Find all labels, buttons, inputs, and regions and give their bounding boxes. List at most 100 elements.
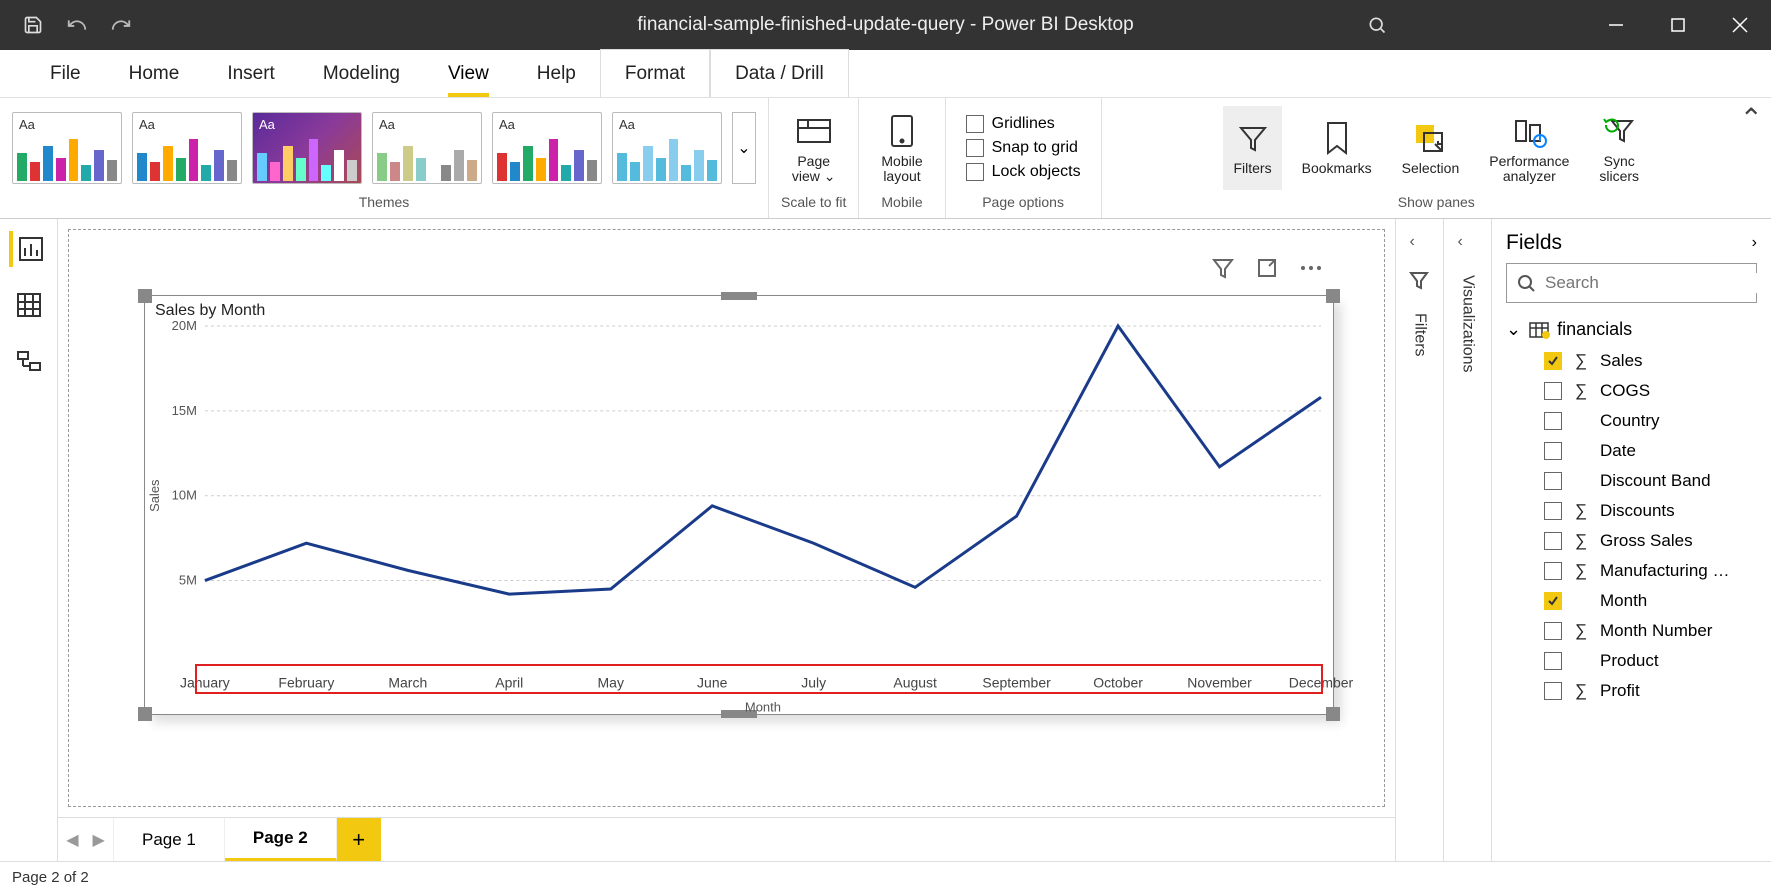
page-view-icon	[795, 112, 833, 150]
field-gross-sales[interactable]: ∑Gross Sales	[1506, 526, 1765, 556]
theme-option-2[interactable]: Aa	[252, 112, 362, 184]
theme-option-3[interactable]: Aa	[372, 112, 482, 184]
search-icon	[1517, 274, 1535, 292]
close-icon[interactable]	[1709, 0, 1771, 50]
bookmarks-pane-button[interactable]: Bookmarks	[1292, 106, 1382, 190]
themes-dropdown[interactable]: ⌄	[732, 112, 756, 184]
field-discounts[interactable]: ∑Discounts	[1506, 496, 1765, 526]
collapse-fields-icon[interactable]: ›	[1752, 234, 1757, 252]
fields-title: Fields	[1506, 231, 1562, 255]
performance-button[interactable]: Performance analyzer	[1479, 106, 1579, 190]
visual-filter-icon[interactable]	[1211, 256, 1235, 280]
maximize-icon[interactable]	[1647, 0, 1709, 50]
chart-visual[interactable]: Sales by Month 5M10M15M20MJanuaryFebruar…	[144, 295, 1334, 715]
snap-label: Snap to grid	[992, 139, 1078, 157]
page-view-button[interactable]: Page view ⌄	[782, 106, 846, 190]
tab-page-2[interactable]: Page 2	[225, 818, 337, 861]
chart-plot: 5M10M15M20MJanuaryFebruaryMarchAprilMayJ…	[145, 322, 1333, 715]
gridlines-checkbox[interactable]: Gridlines	[966, 115, 1081, 133]
menu-file[interactable]: File	[26, 50, 105, 97]
collapse-ribbon-icon[interactable]: ⌃	[1740, 102, 1763, 135]
themes-group-label: Themes	[359, 190, 410, 214]
svg-text:December: December	[1289, 674, 1354, 690]
field-checkbox[interactable]	[1544, 352, 1562, 370]
report-view-button[interactable]	[9, 231, 45, 267]
field-checkbox[interactable]	[1544, 592, 1562, 610]
field-checkbox[interactable]	[1544, 652, 1562, 670]
showpanes-group-label: Show panes	[1398, 190, 1475, 214]
save-icon[interactable]	[20, 12, 46, 38]
visualizations-pane-collapsed[interactable]: ‹ Visualizations	[1443, 219, 1491, 861]
field-checkbox[interactable]	[1544, 412, 1562, 430]
focus-mode-icon[interactable]	[1255, 256, 1279, 280]
field-sales[interactable]: ∑Sales	[1506, 346, 1765, 376]
field-profit[interactable]: ∑Profit	[1506, 676, 1765, 706]
field-checkbox[interactable]	[1544, 442, 1562, 460]
theme-option-5[interactable]: Aa	[612, 112, 722, 184]
undo-icon[interactable]	[64, 12, 90, 38]
field-label: Sales	[1600, 351, 1643, 371]
page-tabs: ◀ ▶ Page 1 Page 2 +	[58, 817, 1395, 861]
menu-insert[interactable]: Insert	[203, 50, 299, 97]
field-manufacturing-[interactable]: ∑Manufacturing …	[1506, 556, 1765, 586]
expand-viz-icon[interactable]: ‹	[1458, 233, 1478, 253]
fields-search[interactable]	[1506, 263, 1757, 303]
sigma-icon: ∑	[1572, 561, 1590, 581]
field-checkbox[interactable]	[1544, 682, 1562, 700]
field-checkbox[interactable]	[1544, 562, 1562, 580]
menu-bar: FileHomeInsertModelingViewHelpFormatData…	[0, 50, 1771, 98]
fields-search-input[interactable]	[1545, 273, 1766, 293]
search-icon[interactable]	[1349, 0, 1405, 50]
sigma-icon: ∑	[1572, 531, 1590, 551]
menu-help[interactable]: Help	[513, 50, 600, 97]
redo-icon[interactable]	[108, 12, 134, 38]
theme-option-1[interactable]: Aa	[132, 112, 242, 184]
field-checkbox[interactable]	[1544, 472, 1562, 490]
model-view-button[interactable]	[11, 343, 47, 379]
report-canvas[interactable]: Sales by Month 5M10M15M20MJanuaryFebruar…	[58, 219, 1395, 817]
field-checkbox[interactable]	[1544, 502, 1562, 520]
field-label: Discount Band	[1600, 471, 1711, 491]
svg-text:June: June	[697, 674, 728, 690]
svg-text:March: March	[388, 674, 427, 690]
theme-option-4[interactable]: Aa	[492, 112, 602, 184]
data-view-button[interactable]	[11, 287, 47, 323]
next-page-icon[interactable]: ▶	[93, 830, 105, 850]
theme-option-0[interactable]: Aa	[12, 112, 122, 184]
menu-modeling[interactable]: Modeling	[299, 50, 424, 97]
tab-page-1[interactable]: Page 1	[114, 818, 225, 861]
svg-text:15M: 15M	[172, 403, 197, 418]
field-checkbox[interactable]	[1544, 532, 1562, 550]
mobile-layout-button[interactable]: Mobile layout	[871, 106, 932, 190]
svg-text:August: August	[893, 674, 937, 690]
filters-pane-button[interactable]: Filters	[1223, 106, 1281, 190]
field-cogs[interactable]: ∑COGS	[1506, 376, 1765, 406]
table-financials[interactable]: ⌄financials	[1506, 313, 1765, 346]
lock-checkbox[interactable]: Lock objects	[966, 163, 1081, 181]
filters-pane-collapsed[interactable]: ‹ Filters	[1395, 219, 1443, 861]
field-discount-band[interactable]: Discount Band	[1506, 466, 1765, 496]
more-options-icon[interactable]	[1299, 256, 1323, 280]
expand-filters-icon[interactable]: ‹	[1410, 233, 1430, 253]
prev-page-icon[interactable]: ◀	[66, 830, 78, 850]
minimize-icon[interactable]	[1585, 0, 1647, 50]
funnel-icon	[1234, 119, 1272, 157]
snap-checkbox[interactable]: Snap to grid	[966, 139, 1081, 157]
field-checkbox[interactable]	[1544, 622, 1562, 640]
svg-text:September: September	[982, 674, 1051, 690]
field-country[interactable]: Country	[1506, 406, 1765, 436]
sync-label: Sync slicers	[1599, 154, 1639, 185]
menu-view[interactable]: View	[424, 50, 513, 97]
menu-format[interactable]: Format	[600, 49, 710, 97]
menu-data-drill[interactable]: Data / Drill	[710, 49, 849, 97]
add-page-button[interactable]: +	[337, 818, 381, 861]
chevron-down-icon: ⌄	[824, 168, 836, 184]
field-month[interactable]: Month	[1506, 586, 1765, 616]
field-month-number[interactable]: ∑Month Number	[1506, 616, 1765, 646]
field-product[interactable]: Product	[1506, 646, 1765, 676]
selection-pane-button[interactable]: Selection	[1392, 106, 1470, 190]
field-checkbox[interactable]	[1544, 382, 1562, 400]
field-date[interactable]: Date	[1506, 436, 1765, 466]
menu-home[interactable]: Home	[105, 50, 204, 97]
sync-slicers-button[interactable]: Sync slicers	[1589, 106, 1649, 190]
